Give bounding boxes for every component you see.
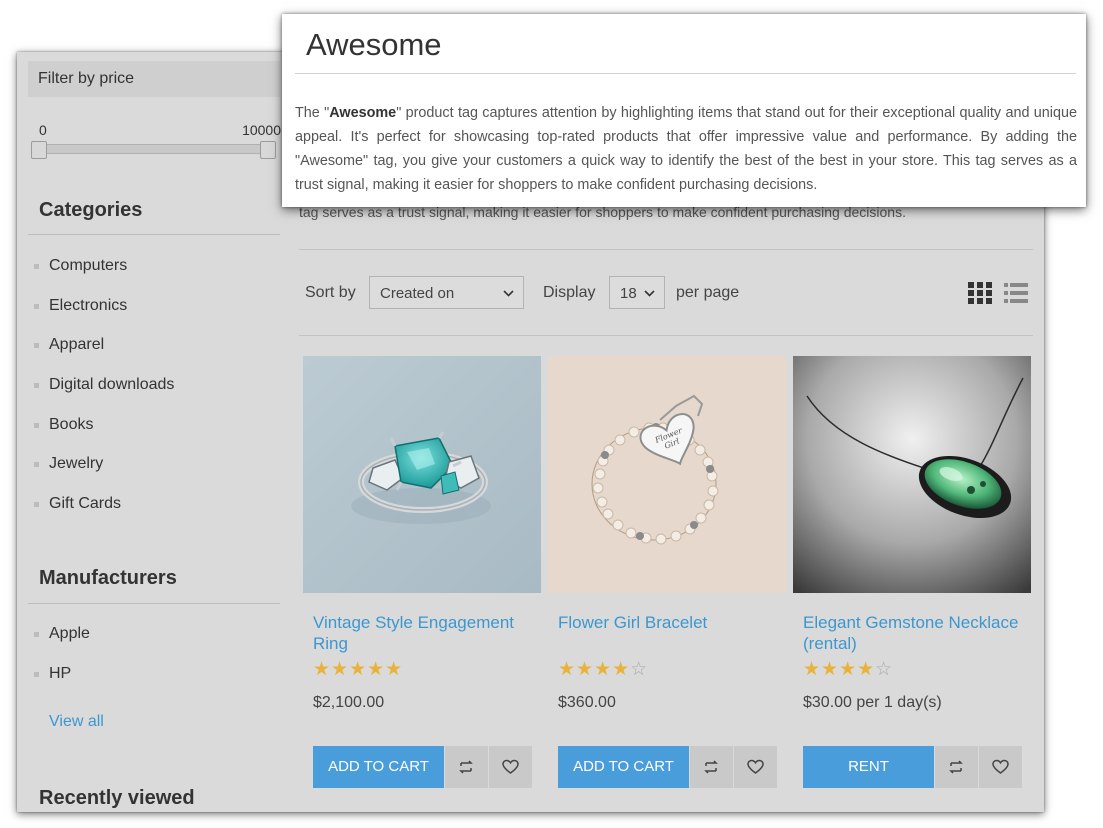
wishlist-button[interactable] [489, 746, 532, 788]
product-title-link[interactable]: Vintage Style Engagement Ring [303, 612, 541, 660]
page-size-value: 18 [620, 285, 637, 302]
price-slider-track[interactable] [39, 144, 269, 154]
sort-by-label: Sort by [305, 284, 356, 301]
product-rating: ★★★★☆ [558, 659, 649, 680]
category-item[interactable]: Books [28, 415, 174, 455]
wishlist-button[interactable] [734, 746, 777, 788]
display-label: Display [543, 284, 596, 301]
heart-icon [992, 759, 1009, 774]
recently-viewed-heading: Recently viewed [39, 787, 195, 809]
tag-description-rest: " product tag captures attention by high… [295, 105, 1077, 193]
tag-description-bold: Awesome [329, 105, 397, 121]
category-item[interactable]: Computers [28, 256, 174, 296]
tag-description: The "Awesome" product tag captures atten… [295, 101, 1077, 197]
price-slider-min-handle[interactable] [31, 141, 47, 159]
grid-view-icon[interactable] [968, 282, 992, 304]
page-title: Awesome [306, 27, 442, 62]
add-to-cart-button[interactable]: ADD TO CART [313, 746, 444, 788]
per-page-label: per page [676, 284, 740, 301]
product-card: Elegant Gemstone Necklace (rental) ★★★★☆… [793, 356, 1031, 788]
compare-icon [949, 760, 963, 774]
product-title-link[interactable]: Elegant Gemstone Necklace (rental) [793, 612, 1031, 660]
product-title-link[interactable]: Flower Girl Bracelet [548, 612, 786, 660]
product-card: Flower Girl Flower Girl Bracelet ★★★★☆ $… [548, 356, 786, 788]
compare-icon [459, 760, 473, 774]
categories-heading: Categories [39, 199, 143, 221]
chevron-down-icon [644, 283, 655, 306]
view-all-manufacturers-link[interactable]: View all [49, 713, 104, 731]
product-rating: ★★★★★ [313, 659, 404, 680]
add-to-cart-button[interactable]: ADD TO CART [558, 746, 689, 788]
product-rating: ★★★★☆ [803, 659, 894, 680]
category-item[interactable]: Apparel [28, 335, 174, 375]
product-price: $30.00 per 1 day(s) [803, 694, 942, 711]
manufacturers-list: Apple HP [28, 624, 90, 703]
filter-by-price-title: Filter by price [28, 61, 280, 97]
wishlist-button[interactable] [979, 746, 1022, 788]
manufacturers-divider [28, 603, 280, 604]
sort-by-select[interactable]: Created on [369, 276, 524, 309]
price-min-label: 0 [39, 122, 47, 138]
tag-description-popup: Awesome The "Awesome" product tag captur… [282, 14, 1086, 207]
tag-description-prefix: The " [295, 105, 330, 121]
manufacturer-item[interactable]: HP [28, 664, 90, 704]
product-image[interactable] [793, 356, 1031, 593]
toolbar-divider [299, 335, 1033, 336]
price-slider-max-handle[interactable] [260, 141, 276, 159]
list-view-icon[interactable] [1004, 282, 1028, 304]
page-size-select[interactable]: 18 [609, 276, 665, 309]
product-image[interactable]: Flower Girl [548, 356, 786, 593]
description-divider [299, 249, 1033, 250]
heart-icon [502, 759, 519, 774]
rent-button[interactable]: RENT [803, 746, 934, 788]
compare-icon [704, 760, 718, 774]
sort-by-value: Created on [380, 285, 455, 302]
category-item[interactable]: Jewelry [28, 454, 174, 494]
category-item[interactable]: Gift Cards [28, 494, 174, 534]
compare-button[interactable] [935, 746, 978, 788]
chevron-down-icon [503, 283, 514, 306]
compare-button[interactable] [445, 746, 488, 788]
product-price: $360.00 [558, 694, 616, 711]
manufacturers-heading: Manufacturers [39, 567, 177, 589]
category-item[interactable]: Digital downloads [28, 375, 174, 415]
product-price: $2,100.00 [313, 694, 385, 711]
categories-list: Computers Electronics Apparel Digital do… [28, 256, 174, 534]
category-item[interactable]: Electronics [28, 296, 174, 336]
sidebar: Filter by price 0 10000 Categories Compu… [28, 52, 281, 812]
compare-button[interactable] [690, 746, 733, 788]
price-max-label: 10000 [242, 122, 281, 138]
product-card: Vintage Style Engagement Ring ★★★★★ $2,1… [303, 356, 541, 788]
heart-icon [747, 759, 764, 774]
title-divider [295, 73, 1076, 74]
manufacturer-item[interactable]: Apple [28, 624, 90, 664]
categories-divider [28, 234, 280, 235]
product-image[interactable] [303, 356, 541, 593]
